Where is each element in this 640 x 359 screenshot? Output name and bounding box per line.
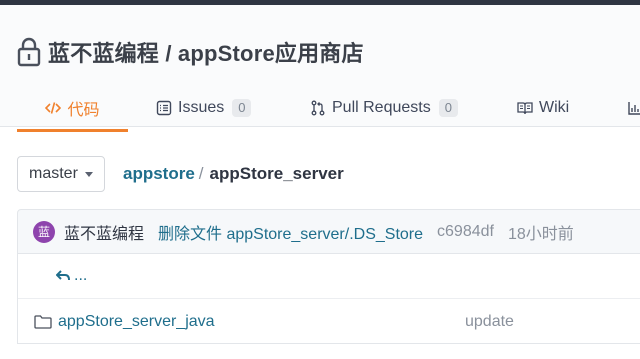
tab-wiki[interactable]: Wiki xyxy=(517,83,569,132)
parent-directory-label: ... xyxy=(74,267,88,284)
chevron-down-icon xyxy=(84,171,93,177)
file-name-link[interactable]: appStore_server_java xyxy=(58,313,215,331)
parent-directory-row[interactable]: ... xyxy=(18,254,640,299)
commit-author[interactable]: 蓝不蓝编程 xyxy=(64,220,144,244)
branch-select[interactable]: master xyxy=(17,156,105,192)
breadcrumb: appstore / appStore_server xyxy=(123,164,344,184)
tab-issues-label: Issues xyxy=(178,98,225,116)
code-icon xyxy=(45,101,62,114)
tab-code[interactable]: 代码 xyxy=(17,83,128,132)
file-row[interactable]: appStore_server_java update xyxy=(18,299,640,344)
stats-icon xyxy=(628,101,640,115)
repo-title: 蓝不蓝编程 / appStore应用商店 xyxy=(17,35,364,69)
commit-time: 18小时前 xyxy=(507,225,574,243)
pull-request-icon xyxy=(311,100,325,115)
avatar[interactable]: 蓝 xyxy=(33,220,55,243)
folder-icon xyxy=(34,314,52,329)
issues-count-badge: 0 xyxy=(232,98,252,117)
reply-arrow-icon xyxy=(56,270,70,281)
pull-requests-count-badge: 0 xyxy=(438,98,458,117)
repo-name[interactable]: 蓝不蓝编程 / appStore应用商店 xyxy=(48,36,364,68)
commit-sha[interactable]: c6984df xyxy=(437,223,494,241)
tab-wiki-label: Wiki xyxy=(539,98,570,116)
tab-pull-requests-label: Pull Requests xyxy=(332,98,431,116)
tab-code-label: 代码 xyxy=(67,101,100,119)
commit-message-link[interactable]: 删除文件 appStore_server/.DS_Store xyxy=(158,220,423,244)
breadcrumb-repo-link[interactable]: appstore xyxy=(123,164,195,184)
wiki-icon xyxy=(517,101,533,114)
tab-pull-requests[interactable]: Pull Requests 0 xyxy=(310,83,458,132)
file-list: ... appStore_server_java update xyxy=(17,254,640,344)
tab-issues[interactable]: Issues 0 xyxy=(156,83,252,132)
breadcrumb-separator: / xyxy=(198,164,204,183)
branch-select-value: master xyxy=(29,165,78,182)
tab-stats[interactable] xyxy=(627,83,640,132)
file-last-commit[interactable]: update xyxy=(465,313,514,331)
issues-icon xyxy=(156,100,172,115)
repo-header: 蓝不蓝编程 / appStore应用商店 代码 Issues 0 Pull Re… xyxy=(0,5,640,132)
breadcrumb-current: appStore_server xyxy=(209,164,344,183)
parent-directory-link[interactable]: ... xyxy=(56,267,87,285)
lock-icon xyxy=(17,37,41,67)
latest-commit-bar: 蓝 蓝不蓝编程 删除文件 appStore_server/.DS_Store c… xyxy=(17,209,640,254)
